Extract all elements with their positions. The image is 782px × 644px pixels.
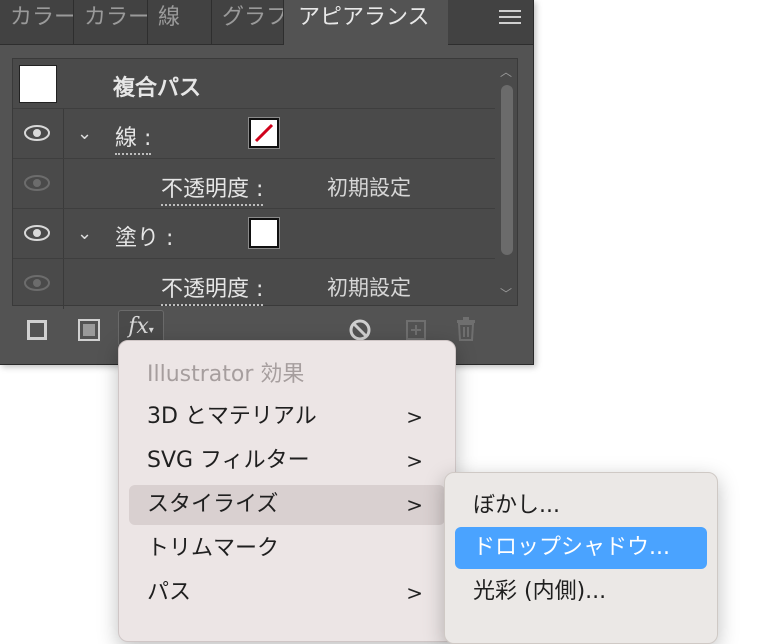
tab-appearance[interactable]: アピアランス [284, 0, 448, 45]
menu-item-label: トリムマーク [147, 536, 280, 561]
clear-appearance-icon[interactable] [348, 318, 372, 342]
menu-header: Illustrator 効果 [147, 362, 305, 387]
fill-label[interactable]: 塗り : [115, 220, 173, 252]
submenu-item-drop-shadow[interactable]: ドロップシャドウ... [455, 527, 707, 569]
add-new-fill-icon[interactable] [78, 319, 100, 341]
stroke-opacity-row[interactable]: 不透明度 : 初期設定 [13, 159, 495, 209]
appearance-header-row[interactable]: 複合パス [13, 59, 495, 109]
chevron-right-icon: > [406, 493, 423, 517]
menu-item-label: SVG フィルター [147, 448, 310, 473]
tab-bar: カラー カラー 線 グラフ アピアランス [0, 0, 533, 45]
eye-icon[interactable] [23, 274, 51, 292]
eye-icon[interactable] [23, 174, 51, 192]
tab-stroke[interactable]: 線 [148, 0, 212, 44]
fill-row[interactable]: ⌄ 塗り : [13, 209, 495, 259]
stroke-label[interactable]: 線 : [115, 120, 152, 155]
chevron-down-icon[interactable]: ⌄ [77, 223, 92, 244]
stroke-row[interactable]: ⌄ 線 : [13, 109, 495, 159]
scroll-thumb[interactable] [501, 85, 513, 255]
object-type-label: 複合パス [113, 76, 202, 101]
menu-item-svg-filters[interactable]: SVG フィルター > [129, 441, 445, 481]
scroll-up-icon[interactable]: ︿ [500, 63, 512, 80]
fill-opacity-row[interactable]: 不透明度 : 初期設定 [13, 259, 495, 309]
appearance-list: 複合パス ⌄ 線 : 不透明度 : 初期設定 ⌄ 塗り: 不透明度: 初期設… [12, 58, 518, 309]
menu-item-label: スタイライズ [147, 492, 279, 517]
eye-icon[interactable] [23, 224, 51, 242]
panel-menu-icon[interactable] [499, 10, 521, 28]
menu-item-label: 3D とマテリアル [147, 404, 317, 429]
duplicate-item-icon [406, 320, 426, 340]
stroke-color-icon [254, 123, 274, 143]
submenu-item-feather[interactable]: ぼかし... [455, 485, 707, 527]
scroll-down-icon[interactable]: ﹀ [500, 285, 512, 302]
trash-icon [457, 317, 475, 341]
menu-item-trim-marks[interactable]: トリムマーク [129, 529, 445, 569]
opacity-value: 初期設定 [327, 176, 411, 200]
tab-color-2[interactable]: カラー [74, 0, 148, 44]
menu-item-label: パス [147, 580, 192, 605]
submenu-item-inner-glow[interactable]: 光彩 (内側)... [455, 571, 707, 613]
opacity-label[interactable]: 不透明度 : [161, 271, 264, 306]
menu-item-path[interactable]: パス > [129, 573, 445, 613]
opacity-label[interactable]: 不透明度 : [161, 171, 264, 206]
chevron-down-icon[interactable]: ⌄ [77, 123, 92, 144]
chevron-right-icon: > [406, 405, 423, 429]
eye-icon[interactable] [23, 124, 51, 142]
tab-color-1[interactable]: カラー [0, 0, 74, 44]
thumbnail-swatch [19, 65, 57, 103]
opacity-value: 初期設定 [327, 276, 411, 300]
stylize-submenu: ぼかし... ドロップシャドウ... 光彩 (内側)... [444, 472, 718, 644]
fill-swatch[interactable] [248, 217, 280, 249]
menu-item-stylize[interactable]: スタイライズ > [129, 485, 445, 525]
chevron-right-icon: > [406, 449, 423, 473]
add-new-stroke-icon[interactable] [27, 320, 47, 340]
scrollbar[interactable]: ︿ ﹀ [497, 59, 517, 305]
stroke-swatch[interactable] [248, 117, 280, 149]
appearance-panel: カラー カラー 線 グラフ アピアランス 複合パス ⌄ 線 : 不透明度: 初… [0, 0, 534, 365]
chevron-right-icon: > [406, 581, 423, 605]
effects-menu: Illustrator 効果 3D とマテリアル > SVG フィルター > ス… [118, 340, 456, 642]
tab-graph[interactable]: グラフ [212, 0, 284, 44]
menu-item-3d-materials[interactable]: 3D とマテリアル > [129, 397, 445, 437]
